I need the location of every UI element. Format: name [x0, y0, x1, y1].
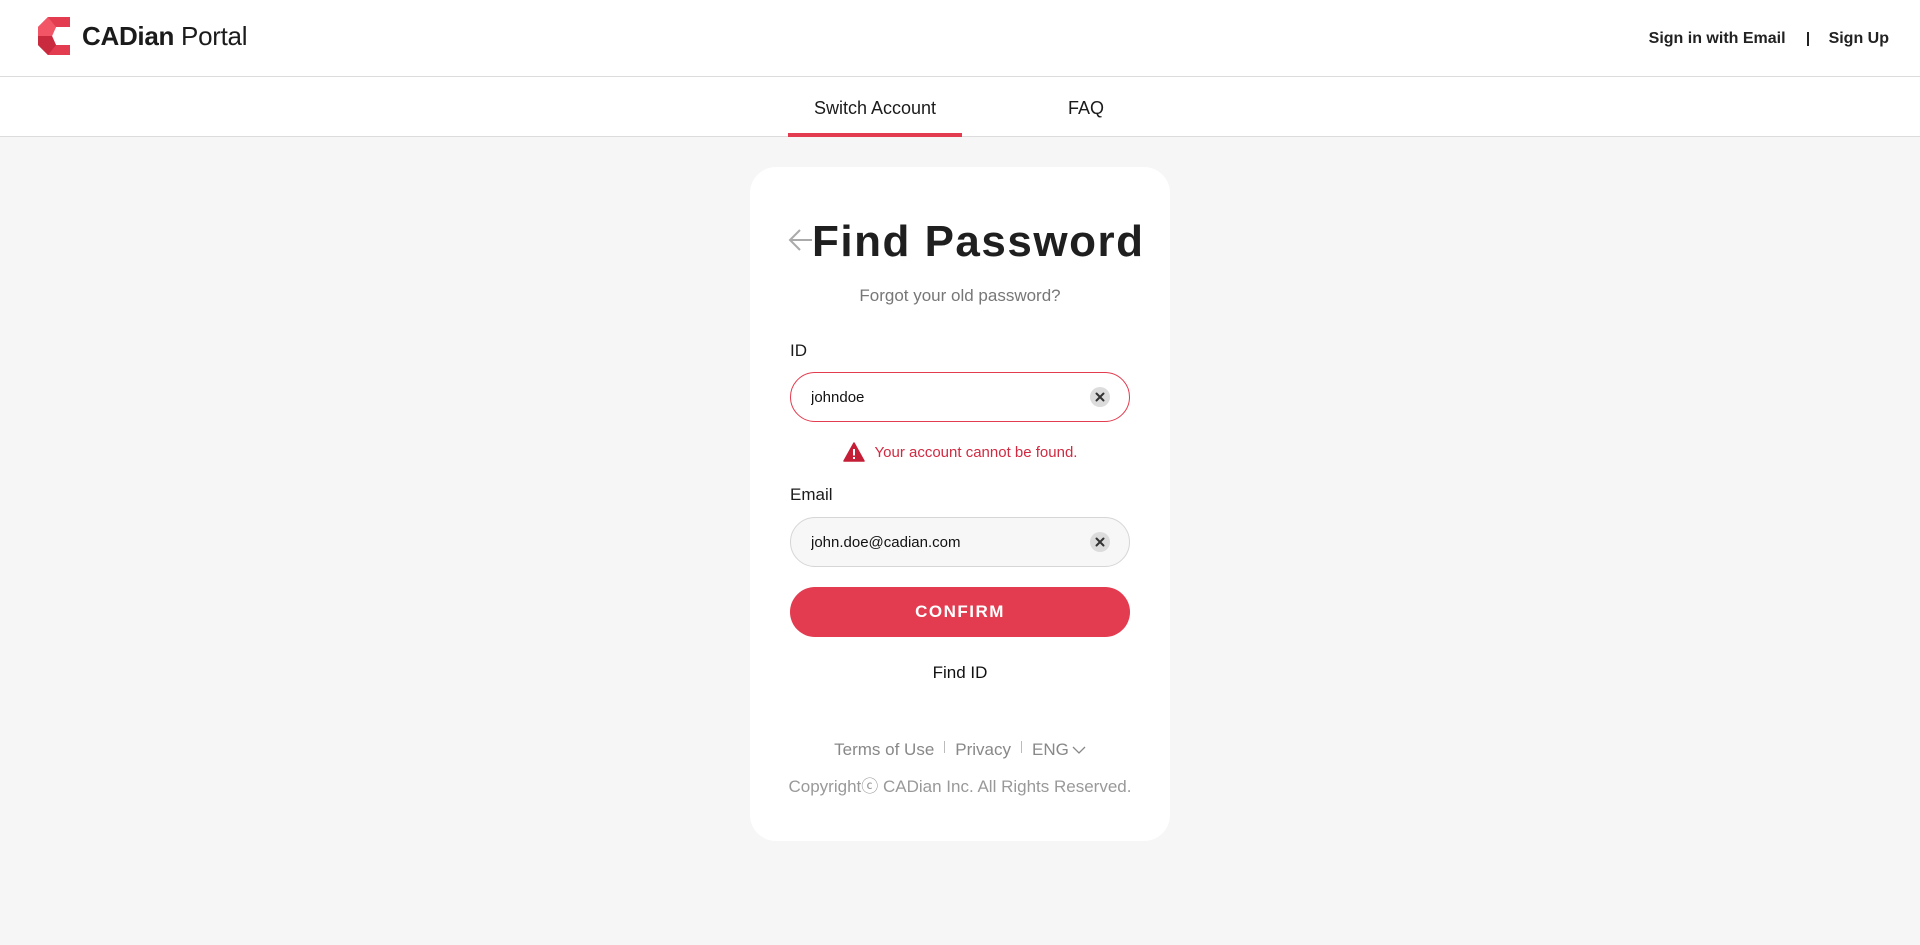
top-header: CADian Portal Sign in with Email Sign Up: [0, 0, 1920, 77]
language-value: ENG: [1032, 740, 1069, 759]
sign-in-with-email-link[interactable]: Sign in with Email: [1649, 30, 1786, 48]
logo[interactable]: CADian Portal: [38, 16, 247, 56]
clear-icon[interactable]: [1090, 532, 1110, 552]
logo-text: CADian Portal: [82, 21, 247, 52]
copyright-text: Copyrightⓒ CADian Inc. All Rights Reserv…: [788, 777, 1132, 796]
error-message: Your account cannot be found.: [750, 441, 1170, 463]
page-subtitle: Forgot your old password?: [859, 286, 1061, 305]
top-links: Sign in with Email Sign Up: [1649, 30, 1889, 48]
arrow-left-icon[interactable]: [786, 226, 814, 254]
privacy-link[interactable]: Privacy: [955, 740, 1011, 760]
email-field-wrapper: [790, 517, 1130, 567]
tab-faq[interactable]: FAQ: [1040, 77, 1132, 136]
email-input[interactable]: [791, 518, 1090, 566]
footer-divider: [944, 741, 946, 753]
language-select[interactable]: ENG: [1032, 740, 1086, 760]
confirm-button[interactable]: CONFIRM: [790, 587, 1130, 637]
email-label: Email: [790, 485, 833, 504]
footer-divider: [1021, 741, 1023, 753]
find-id-link[interactable]: Find ID: [750, 663, 1170, 683]
tab-bar: Switch Account FAQ: [0, 77, 1920, 137]
title-row: Find Password: [750, 212, 1170, 272]
error-text: Your account cannot be found.: [874, 443, 1078, 461]
id-field-wrapper: [790, 372, 1130, 422]
terms-of-use-link[interactable]: Terms of Use: [834, 740, 934, 760]
top-links-divider: [1806, 32, 1809, 46]
logo-brand: CADian: [82, 20, 175, 51]
cadian-logo-icon: [38, 17, 70, 55]
logo-suffix: Portal: [181, 20, 248, 51]
page-title: Find Password: [812, 217, 1145, 266]
id-input[interactable]: [791, 373, 1090, 421]
sign-up-link[interactable]: Sign Up: [1829, 30, 1889, 48]
find-password-card: Find Password Forgot your old password? …: [750, 167, 1170, 841]
clear-icon[interactable]: [1090, 387, 1110, 407]
chevron-down-icon: [1072, 746, 1086, 754]
warning-icon: [842, 442, 865, 462]
tab-switch-account[interactable]: Switch Account: [788, 77, 962, 137]
footer-links: Terms of Use Privacy ENG: [750, 740, 1170, 760]
id-label: ID: [790, 341, 807, 360]
